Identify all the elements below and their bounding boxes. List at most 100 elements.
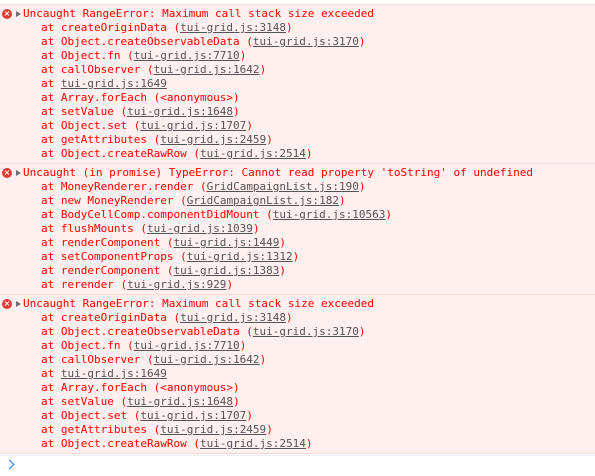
stack-frame: at getAttributes (tui-grid.js:2459) xyxy=(41,133,273,147)
stack-frame: at createOriginData (tui-grid.js:3148) xyxy=(41,21,293,35)
error-header: Uncaught RangeError: Maximum call stack … xyxy=(23,7,374,20)
stack-frame: at rerender (tui-grid.js:929) xyxy=(41,278,233,292)
stack-frame: at Object.set (tui-grid.js:1707) xyxy=(41,409,253,423)
source-link[interactable]: tui-grid.js:7710 xyxy=(134,339,240,352)
stack-frame-close-paren: ) xyxy=(252,222,260,235)
stack-frame-close-paren: ) xyxy=(266,133,273,146)
stack-frame: at callObserver (tui-grid.js:1642) xyxy=(41,63,266,77)
source-link[interactable]: GridCampaignList.js:182 xyxy=(187,194,339,207)
source-link[interactable]: tui-grid.js:2514 xyxy=(200,437,306,450)
source-link[interactable]: tui-grid.js:1642 xyxy=(154,353,260,366)
console-prompt[interactable] xyxy=(0,455,595,476)
stack-frame-function: at xyxy=(41,77,61,90)
error-circle-icon: × xyxy=(2,299,12,309)
stack-frame: at createOriginData (tui-grid.js:3148) xyxy=(41,311,293,325)
source-link[interactable]: tui-grid.js:7710 xyxy=(134,49,240,62)
source-link[interactable]: tui-grid.js:1649 xyxy=(61,77,167,90)
stack-frame-function: at Object.fn ( xyxy=(41,49,134,62)
stack-frame-function: at Object.createObservableData ( xyxy=(41,35,253,48)
stack-frame: at Object.createObservableData (tui-grid… xyxy=(41,35,366,49)
stack-frame-function: at renderComponent ( xyxy=(41,236,174,249)
source-link[interactable]: tui-grid.js:929 xyxy=(127,278,226,291)
stack-frame: at MoneyRenderer.render (GridCampaignLis… xyxy=(41,180,366,194)
console-panel: × Uncaught RangeError: Maximum call stack… xyxy=(0,0,595,476)
source-link[interactable]: tui-grid.js:10563 xyxy=(273,208,386,221)
stack-frame-function: at setValue ( xyxy=(41,395,128,408)
stack-frame-close-paren: ) xyxy=(279,264,287,277)
source-link[interactable]: tui-grid.js:2514 xyxy=(200,147,306,160)
console-error-message[interactable]: × Uncaught (in promise) TypeError: Cannot… xyxy=(0,163,595,295)
stack-frame: at tui-grid.js:1649 xyxy=(41,367,167,381)
stack-frame: at BodyCellComp.componentDidMount (tui-g… xyxy=(41,208,392,222)
stack-frame-function: at BodyCellComp.componentDidMount ( xyxy=(41,208,273,221)
source-link[interactable]: tui-grid.js:1707 xyxy=(140,119,246,132)
stack-frame: at Object.createRawRow (tui-grid.js:2514… xyxy=(41,437,313,451)
stack-frame-function: at Object.createRawRow ( xyxy=(41,437,200,450)
disclosure-triangle-icon[interactable] xyxy=(16,11,21,17)
source-link[interactable]: tui-grid.js:1707 xyxy=(140,409,246,422)
stack-frame-close-paren: ) xyxy=(233,105,240,118)
error-header: Uncaught RangeError: Maximum call stack … xyxy=(23,297,374,310)
source-link[interactable]: tui-grid.js:1039 xyxy=(147,222,253,235)
stack-frame-close-paren: ) xyxy=(358,35,366,48)
stack-frame-close-paren: ) xyxy=(286,21,293,34)
stack-frame: at Object.fn (tui-grid.js:7710) xyxy=(41,339,246,353)
stack-frame: at Object.createObservableData (tui-grid… xyxy=(41,325,366,339)
source-link[interactable]: tui-grid.js:3148 xyxy=(180,311,286,324)
stack-frame-function: at Object.set ( xyxy=(41,119,141,132)
error-header: Uncaught (in promise) TypeError: Cannot … xyxy=(23,166,533,179)
stack-frame-close-paren: ) xyxy=(292,250,300,263)
source-link[interactable]: tui-grid.js:3170 xyxy=(253,325,359,338)
source-link[interactable]: tui-grid.js:3170 xyxy=(253,35,359,48)
console-error-message[interactable]: × Uncaught RangeError: Maximum call stack… xyxy=(0,4,595,164)
source-link[interactable]: tui-grid.js:1648 xyxy=(127,395,233,408)
stack-frame-function: at createOriginData ( xyxy=(41,21,181,34)
stack-frame-function: at xyxy=(41,367,61,380)
source-link[interactable]: tui-grid.js:1449 xyxy=(173,236,279,249)
stack-frame-close-paren: ) xyxy=(259,353,267,366)
source-link[interactable]: tui-grid.js:1383 xyxy=(173,264,279,277)
stack-frame-function: at MoneyRenderer.render ( xyxy=(41,180,207,193)
stack-frame-function: at setValue ( xyxy=(41,105,128,118)
prompt-chevron-icon xyxy=(4,459,15,470)
source-link[interactable]: tui-grid.js:2459 xyxy=(160,133,266,146)
source-link[interactable]: GridCampaignList.js:190 xyxy=(207,180,359,193)
stack-frame: at renderComponent (tui-grid.js:1449) xyxy=(41,236,286,250)
source-link[interactable]: tui-grid.js:2459 xyxy=(160,423,266,436)
error-circle-icon: × xyxy=(2,168,12,178)
stack-frame: at flushMounts (tui-grid.js:1039) xyxy=(41,222,260,236)
stack-frame-function: at getAttributes ( xyxy=(41,423,161,436)
disclosure-triangle-icon[interactable] xyxy=(16,170,21,176)
stack-frame: at new MoneyRenderer (GridCampaignList.j… xyxy=(41,194,346,208)
disclosure-triangle-icon[interactable] xyxy=(16,301,21,307)
error-circle-icon: × xyxy=(2,9,12,19)
stack-frame-close-paren: ) xyxy=(358,325,366,338)
source-link[interactable]: tui-grid.js:1649 xyxy=(61,367,167,380)
stack-frame-function: at flushMounts ( xyxy=(41,222,147,235)
stack-frame: at Array.forEach (<anonymous>) xyxy=(41,91,240,105)
stack-frame: at setValue (tui-grid.js:1648) xyxy=(41,395,240,409)
stack-frame: at Object.fn (tui-grid.js:7710) xyxy=(41,49,246,63)
stack-frame-function: at Object.createObservableData ( xyxy=(41,325,253,338)
stack-frame-function: at Object.set ( xyxy=(41,409,141,422)
stack-frame: at setValue (tui-grid.js:1648) xyxy=(41,105,240,119)
stack-frame-function: at setComponentProps ( xyxy=(41,250,187,263)
stack-frame: at callObserver (tui-grid.js:1642) xyxy=(41,353,266,367)
stack-frame-function: at callObserver ( xyxy=(41,353,154,366)
stack-frame: at Object.createRawRow (tui-grid.js:2514… xyxy=(41,147,313,161)
stack-frame-close-paren: ) xyxy=(259,63,267,76)
console-error-message[interactable]: × Uncaught RangeError: Maximum call stack… xyxy=(0,294,595,454)
stack-frame: at Object.set (tui-grid.js:1707) xyxy=(41,119,253,133)
stack-frame-close-paren: ) xyxy=(246,409,253,422)
stack-frame-function: at callObserver ( xyxy=(41,63,154,76)
source-link[interactable]: tui-grid.js:3148 xyxy=(180,21,286,34)
stack-frame-close-paren: ) xyxy=(305,147,313,160)
stack-frame-close-paren: ) xyxy=(246,119,253,132)
stack-frame-function: at Object.fn ( xyxy=(41,339,134,352)
source-link[interactable]: tui-grid.js:1312 xyxy=(187,250,293,263)
source-link[interactable]: tui-grid.js:1642 xyxy=(154,63,260,76)
stack-frame-close-paren: ) xyxy=(239,49,247,62)
stack-frame-function: at Array.forEach (<anonymous>) xyxy=(41,91,240,104)
source-link[interactable]: tui-grid.js:1648 xyxy=(127,105,233,118)
stack-frame-function: at createOriginData ( xyxy=(41,311,181,324)
